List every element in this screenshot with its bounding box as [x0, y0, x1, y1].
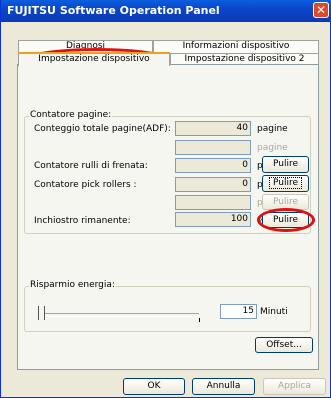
- pick-roller-clear-label: Pulire: [268, 177, 302, 189]
- total-pages-unit: pagine: [257, 124, 288, 134]
- cancel-button[interactable]: Annulla: [192, 378, 255, 395]
- ink-clear-button[interactable]: Pulire: [262, 212, 309, 228]
- total-pages-label: Conteggio totale pagine(ADF):: [34, 124, 171, 134]
- close-icon[interactable]: ✕: [313, 2, 329, 18]
- ink-remaining-field: 100: [175, 212, 251, 227]
- brake-roller-field: 0: [175, 158, 251, 173]
- blank-unit-1: pagine: [257, 143, 288, 153]
- pick-roller-field: 0: [175, 177, 251, 192]
- apply-button[interactable]: Applica: [263, 378, 326, 395]
- blank-field-2: [175, 195, 251, 210]
- energy-saving-group-label: Risparmio energia:: [29, 280, 116, 290]
- total-pages-field: 40: [175, 121, 251, 136]
- energy-minutes-unit: Minuti: [260, 307, 288, 317]
- blank-clear-button[interactable]: Pulire: [262, 194, 309, 210]
- brake-roller-clear-button[interactable]: Pulire: [262, 156, 309, 173]
- window-title: FUJITSU Software Operation Panel: [7, 4, 220, 17]
- tab-diagnosi-label: Diagnosi: [65, 41, 106, 51]
- tab-impostazione-dispositivo[interactable]: Impostazione dispositivo: [18, 52, 170, 66]
- tab-impostazione-label: Impostazione dispositivo: [38, 54, 150, 64]
- title-bar[interactable]: FUJITSU Software Operation Panel ✕: [1, 0, 331, 22]
- energy-slider-thumb[interactable]: [38, 306, 45, 320]
- ink-remaining-label: Inchiostro rimanente:: [34, 216, 131, 226]
- pick-roller-clear-button[interactable]: Pulire: [262, 175, 309, 192]
- page-counter-group-label: Contatore pagine:: [29, 110, 113, 120]
- tab-impostazione-2-label: Impostazione dispositivo 2: [184, 54, 305, 64]
- tab-informazioni-label: Informazioni dispositivo: [182, 41, 290, 51]
- tab-informazioni-dispositivo[interactable]: Informazioni dispositivo: [153, 40, 319, 53]
- energy-slider-track[interactable]: [45, 313, 199, 317]
- blank-field-1: [175, 140, 251, 155]
- pick-roller-label: Contatore pick rollers :: [34, 180, 137, 190]
- energy-minutes-field[interactable]: 15: [220, 304, 257, 319]
- ok-button[interactable]: OK: [123, 378, 185, 395]
- offset-button[interactable]: Offset...: [255, 337, 313, 353]
- settings-window: FUJITSU Software Operation Panel ✕ Diagn…: [0, 0, 331, 398]
- energy-slider-tick: [199, 318, 200, 322]
- brake-roller-label: Contatore rulli di frenata:: [34, 161, 148, 171]
